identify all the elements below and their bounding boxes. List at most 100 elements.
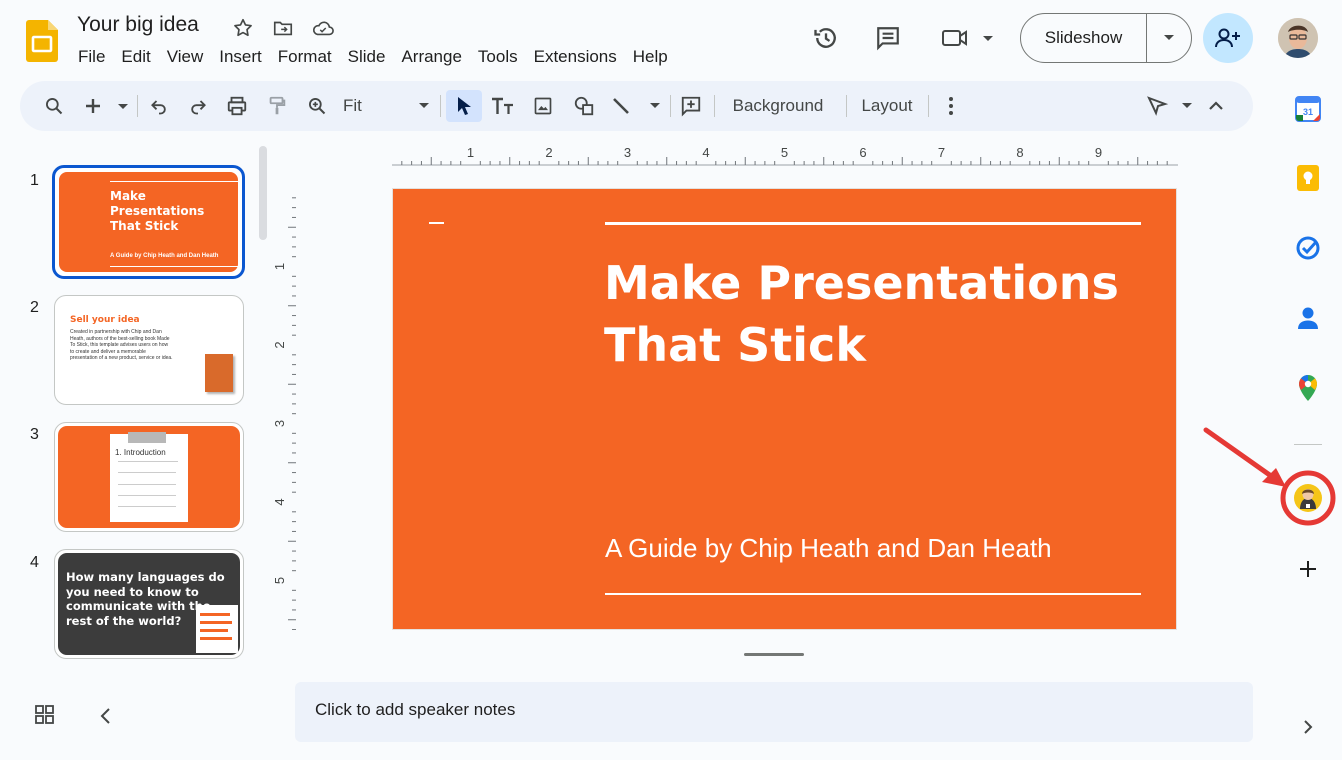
menu-help[interactable]: Help [625, 46, 676, 68]
search-menus-icon[interactable] [38, 90, 70, 122]
ruler-label: 2 [274, 341, 287, 348]
slides-logo[interactable] [26, 20, 58, 62]
calendar-icon[interactable]: 31 [1290, 91, 1326, 127]
notes-resize-handle[interactable] [744, 653, 804, 656]
addon-avatar-icon[interactable] [1290, 480, 1326, 516]
slide-thumbnail-2[interactable]: Sell your idea Created in partnership wi… [54, 295, 244, 405]
slide-thumbnail-3[interactable]: 1. Introduction [54, 422, 244, 532]
more-options-icon[interactable] [938, 90, 964, 122]
menu-insert[interactable]: Insert [211, 46, 270, 68]
slide-title[interactable]: Make Presentations That Stick [604, 252, 1144, 376]
select-tool-icon[interactable] [446, 90, 482, 122]
menu-arrange[interactable]: Arrange [393, 46, 469, 68]
thumb-body: Created in partnership with Chip and Dan… [70, 329, 173, 361]
editing-mode-button[interactable] [1144, 90, 1198, 122]
menu-file[interactable]: File [70, 46, 113, 68]
print-icon[interactable] [222, 90, 252, 122]
menu-extensions[interactable]: Extensions [526, 46, 625, 68]
toolbar: Fit Background Layout [20, 81, 1253, 131]
document-title[interactable]: Your big idea [77, 13, 199, 37]
contacts-icon[interactable] [1290, 300, 1326, 336]
ruler-label: 7 [938, 145, 945, 160]
version-history-icon[interactable] [806, 18, 846, 58]
paint-format-icon[interactable] [262, 90, 292, 122]
vertical-ruler[interactable]: 1 2 3 4 5 [274, 166, 296, 630]
tape-image [128, 432, 166, 443]
share-button[interactable] [1203, 13, 1253, 63]
chevron-right-icon[interactable] [1290, 709, 1326, 745]
keep-icon[interactable] [1290, 160, 1326, 196]
star-icon[interactable] [230, 15, 256, 41]
ruler-label: 8 [1016, 145, 1023, 160]
slide-number: 1 [30, 172, 39, 189]
slide-number: 3 [30, 426, 39, 443]
svg-text:31: 31 [1303, 107, 1313, 117]
tasks-icon[interactable] [1290, 230, 1326, 266]
slide-number: 4 [30, 554, 39, 571]
slideshow-label[interactable]: Slideshow [1021, 14, 1147, 62]
line-tool-button[interactable] [608, 90, 664, 122]
slide-thumbnail-4[interactable]: How many languages do you need to know t… [54, 549, 244, 659]
thumb-title: Sell your idea [70, 315, 140, 325]
ruler-label: 4 [702, 145, 709, 160]
chevron-down-icon [419, 103, 429, 108]
menu-view[interactable]: View [159, 46, 212, 68]
background-button[interactable]: Background [724, 90, 832, 122]
add-person-icon [1215, 28, 1240, 48]
bottom-rule-line [605, 593, 1141, 595]
meet-icon[interactable] [936, 18, 996, 58]
background-label: Background [732, 96, 824, 115]
ruler-label: 1 [467, 145, 474, 160]
layout-button[interactable]: Layout [854, 90, 920, 122]
thumb-title: Make Presentations That Stick [110, 189, 205, 233]
menu-slide[interactable]: Slide [340, 46, 394, 68]
menu-tools[interactable]: Tools [470, 46, 526, 68]
move-folder-icon[interactable] [270, 15, 296, 41]
zoom-icon[interactable] [302, 90, 332, 122]
ruler-label: 3 [624, 145, 631, 160]
speaker-notes[interactable]: Click to add speaker notes [295, 682, 1253, 742]
comments-icon[interactable] [868, 18, 908, 58]
accent-dash [429, 222, 444, 224]
add-addon-icon[interactable] [1290, 551, 1326, 587]
ruler-label: 5 [274, 577, 287, 584]
speaker-notes-placeholder: Click to add speaker notes [315, 700, 516, 719]
zoom-select[interactable]: Fit [338, 90, 430, 122]
menu-bar: File Edit View Insert Format Slide Arran… [70, 46, 676, 68]
new-slide-button[interactable] [80, 90, 130, 122]
top-rule-line [605, 222, 1141, 225]
thumb-title: 1. Introduction [115, 448, 166, 457]
slide-subtitle[interactable]: A Guide by Chip Heath and Dan Heath [605, 533, 1052, 564]
chevron-down-icon[interactable] [1147, 14, 1191, 62]
zoom-value: Fit [343, 96, 362, 115]
ruler-label: 3 [274, 420, 287, 427]
ruler-label: 6 [859, 145, 866, 160]
filmstrip-scrollbar[interactable] [259, 146, 267, 240]
insert-comment-icon[interactable] [675, 90, 707, 122]
sticky-note-image [196, 605, 238, 653]
maps-icon[interactable] [1290, 370, 1326, 406]
horizontal-ruler[interactable]: 1 2 3 4 5 6 7 8 9 [392, 145, 1178, 167]
account-avatar[interactable] [1278, 18, 1318, 58]
insert-image-icon[interactable] [527, 90, 559, 122]
ruler-label: 2 [545, 145, 552, 160]
shape-icon[interactable] [568, 90, 600, 122]
ruler-label: 1 [274, 263, 287, 270]
cloud-saved-icon[interactable] [310, 15, 336, 41]
menu-edit[interactable]: Edit [113, 46, 158, 68]
ruler-label: 9 [1095, 145, 1102, 160]
thumb-subtitle: A Guide by Chip Heath and Dan Heath [110, 253, 219, 259]
slideshow-button[interactable]: Slideshow [1020, 13, 1192, 63]
slide-thumbnail-1[interactable]: Make Presentations That Stick A Guide by… [52, 165, 245, 279]
ruler-label: 4 [274, 498, 287, 505]
grid-view-icon[interactable] [34, 704, 56, 726]
chevron-up-icon[interactable] [1203, 90, 1229, 122]
layout-label: Layout [861, 96, 913, 115]
menu-format[interactable]: Format [270, 46, 340, 68]
collapse-filmstrip-icon[interactable] [96, 706, 116, 726]
text-box-icon[interactable] [487, 90, 519, 122]
ruler-label: 5 [781, 145, 788, 160]
redo-icon[interactable] [183, 90, 213, 122]
undo-icon[interactable] [144, 90, 174, 122]
slide-number: 2 [30, 299, 39, 316]
